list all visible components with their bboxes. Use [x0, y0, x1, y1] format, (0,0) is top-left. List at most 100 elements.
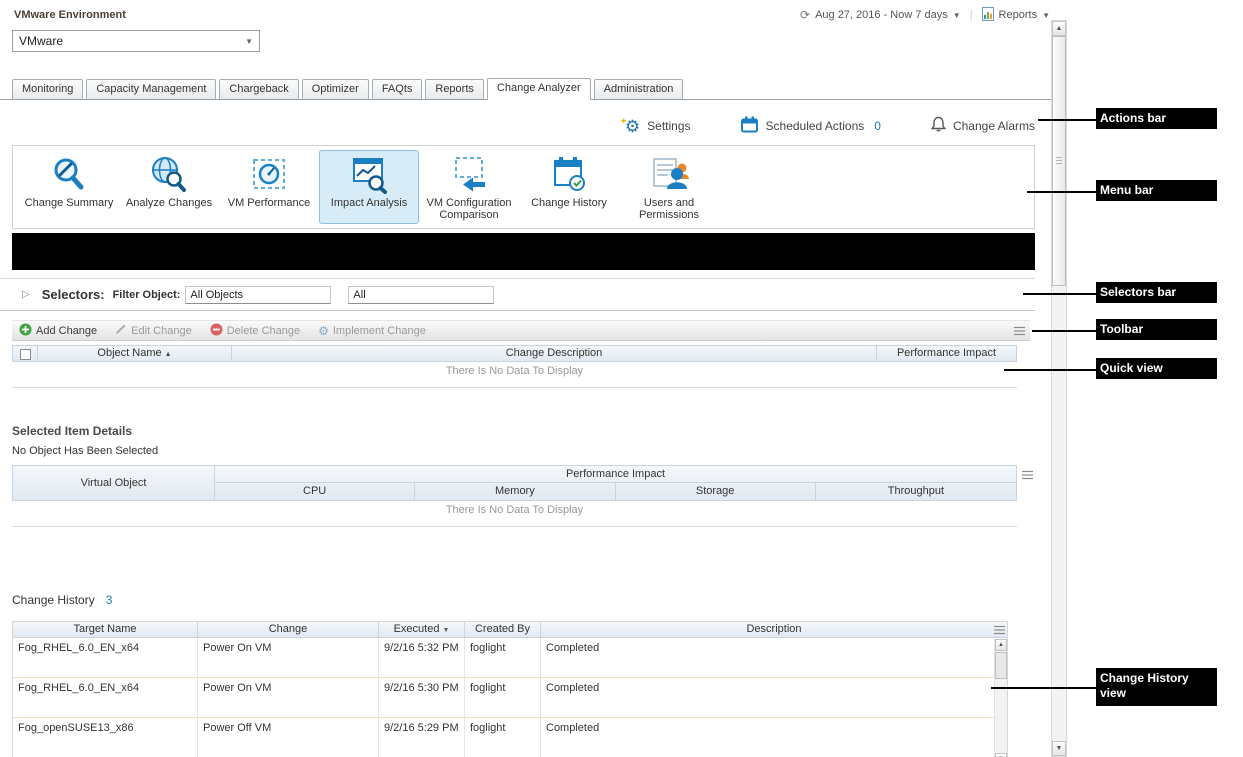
- implement-icon: ⚙: [318, 325, 329, 337]
- column-header-executed[interactable]: Executed▼: [378, 622, 464, 638]
- toolbar-customizer-icon[interactable]: [1014, 326, 1025, 339]
- analyze-changes-icon: [147, 153, 191, 197]
- menu-item-label: Change Summary: [25, 197, 114, 209]
- cell-change: Power Off VM: [197, 718, 378, 757]
- menu-item-label: Impact Analysis: [331, 197, 407, 209]
- menu-bar: Change Summary Analyze Changes VM Perfor…: [12, 145, 1035, 229]
- add-icon: [19, 323, 32, 339]
- callout-line-quick-view: [1004, 369, 1096, 371]
- changes-table-empty-text: There Is No Data To Display: [12, 362, 1017, 388]
- change-alarms-button[interactable]: Change Alarms: [931, 116, 1035, 136]
- vm-performance-icon: [247, 153, 291, 197]
- filter-type-select[interactable]: All: [348, 286, 494, 304]
- column-header-performance-impact[interactable]: Performance Impact: [876, 346, 1016, 362]
- menu-item-analyze-changes[interactable]: Analyze Changes: [119, 150, 219, 224]
- column-header-throughput[interactable]: Throughput: [816, 483, 1016, 500]
- toolbar: Add Change Edit Change Delete Change ⚙ I…: [12, 320, 1030, 341]
- column-header-target-name[interactable]: Target Name: [13, 622, 197, 638]
- tab-change-analyzer[interactable]: Change Analyzer: [487, 78, 591, 100]
- divider: |: [970, 9, 973, 21]
- implement-change-label: Implement Change: [333, 325, 426, 337]
- environment-dropdown-value: VMware: [19, 34, 63, 48]
- cell-executed: 9/2/16 5:32 PM: [378, 638, 464, 677]
- scroll-up-icon[interactable]: ▲: [1052, 21, 1066, 36]
- reports-caret-icon[interactable]: ▼: [1042, 11, 1050, 20]
- table-scrollbar[interactable]: ▲ ▼: [994, 639, 1007, 757]
- menu-item-label: VM Configuration Comparison: [420, 197, 518, 221]
- scheduled-actions-button[interactable]: Scheduled Actions 0: [741, 116, 881, 136]
- menu-item-change-history[interactable]: Change History: [519, 150, 619, 224]
- menu-item-label: Change History: [531, 197, 607, 209]
- menu-item-users-and-permissions[interactable]: Users and Permissions: [619, 150, 719, 224]
- column-header-change-description[interactable]: Change Description: [231, 346, 876, 362]
- reports-icon: [982, 7, 994, 24]
- menu-item-impact-analysis[interactable]: Impact Analysis: [319, 150, 419, 224]
- edit-change-button: Edit Change: [108, 323, 203, 338]
- tab-optimizer[interactable]: Optimizer: [302, 79, 369, 99]
- column-header-storage[interactable]: Storage: [616, 483, 816, 500]
- bell-icon: [931, 116, 946, 136]
- add-change-button[interactable]: Add Change: [12, 323, 108, 339]
- selectors-label: Selectors:: [42, 287, 105, 302]
- column-header-object-name[interactable]: Object Name▲: [37, 346, 231, 362]
- column-header-virtual-object[interactable]: Virtual Object: [13, 466, 215, 500]
- time-range-caret-icon[interactable]: ▼: [953, 11, 961, 20]
- callout-line-menu-bar: [1027, 191, 1096, 193]
- tab-administration[interactable]: Administration: [594, 79, 684, 99]
- filter-object-label: Filter Object:: [113, 289, 181, 301]
- scroll-down-icon[interactable]: ▼: [995, 753, 1007, 757]
- table-row[interactable]: Fog_RHEL_6.0_EN_x64 Power On VM 9/2/16 5…: [13, 638, 994, 678]
- callout-change-history-view: Change History view: [1096, 668, 1217, 706]
- expander-icon[interactable]: ▷: [22, 289, 30, 300]
- select-all-checkbox[interactable]: [20, 349, 31, 360]
- performance-impact-table-header: Virtual Object Performance Impact CPU Me…: [12, 465, 1017, 501]
- environment-dropdown[interactable]: VMware ▼: [12, 30, 260, 52]
- cell-description: Completed: [540, 638, 994, 677]
- filter-object-select[interactable]: All Objects: [185, 286, 331, 304]
- table-row[interactable]: Fog_openSUSE13_x86 Power Off VM 9/2/16 5…: [13, 718, 994, 757]
- callout-toolbar: Toolbar: [1096, 319, 1217, 340]
- page-scrollbar[interactable]: ▲ ▼: [1051, 20, 1067, 757]
- cell-change: Power On VM: [197, 638, 378, 677]
- scrollbar-thumb[interactable]: [1052, 36, 1066, 286]
- sort-asc-icon: ▲: [165, 351, 172, 358]
- delete-change-label: Delete Change: [227, 325, 300, 337]
- cell-change: Power On VM: [197, 678, 378, 717]
- table-row[interactable]: Fog_RHEL_6.0_EN_x64 Power On VM 9/2/16 5…: [13, 678, 994, 718]
- menu-item-vm-performance[interactable]: VM Performance: [219, 150, 319, 224]
- scheduled-actions-label: Scheduled Actions: [766, 119, 865, 133]
- column-header-cpu[interactable]: CPU: [215, 483, 415, 500]
- delete-change-button: Delete Change: [203, 323, 311, 339]
- column-header-memory[interactable]: Memory: [415, 483, 615, 500]
- tab-chargeback[interactable]: Chargeback: [219, 79, 298, 99]
- table-customizer-icon[interactable]: [994, 625, 1005, 638]
- scrollbar-thumb[interactable]: [995, 652, 1007, 679]
- change-history-table-header: Target Name Change Executed▼ Created By …: [13, 622, 1007, 638]
- settings-button[interactable]: ⚙✦ Settings: [625, 118, 691, 135]
- cell-created-by: foglight: [464, 638, 540, 677]
- column-header-created-by[interactable]: Created By: [464, 622, 540, 638]
- callout-line-actions-bar: [1038, 119, 1096, 121]
- callout-line-change-history-view: [991, 687, 1096, 689]
- change-history-heading: Change History3: [12, 593, 1052, 607]
- changes-table: Object Name▲ Change Description Performa…: [12, 345, 1017, 388]
- reports-menu[interactable]: Reports: [999, 9, 1038, 21]
- tab-capacity-management[interactable]: Capacity Management: [86, 79, 216, 99]
- tab-faqts[interactable]: FAQts: [372, 79, 423, 99]
- column-header-change[interactable]: Change: [197, 622, 378, 638]
- top-header: VMware Environment ⟳ Aug 27, 2016 - Now …: [0, 0, 1052, 22]
- cell-executed: 9/2/16 5:29 PM: [378, 718, 464, 757]
- callout-quick-view: Quick view: [1096, 358, 1217, 379]
- menu-item-label: Analyze Changes: [126, 197, 212, 209]
- scroll-up-icon[interactable]: ▲: [995, 639, 1007, 651]
- table-customizer-icon[interactable]: [1022, 470, 1033, 483]
- scroll-down-icon[interactable]: ▼: [1052, 741, 1066, 756]
- column-header-description[interactable]: Description: [540, 622, 1007, 638]
- tab-reports[interactable]: Reports: [425, 79, 484, 99]
- menu-item-change-summary[interactable]: Change Summary: [19, 150, 119, 224]
- menu-item-vm-configuration-comparison[interactable]: VM Configuration Comparison: [419, 150, 519, 224]
- delete-icon: [210, 323, 223, 339]
- time-range-selector[interactable]: Aug 27, 2016 - Now 7 days: [815, 9, 948, 21]
- main-content: VMware Environment ⟳ Aug 27, 2016 - Now …: [0, 0, 1052, 757]
- tab-monitoring[interactable]: Monitoring: [12, 79, 83, 99]
